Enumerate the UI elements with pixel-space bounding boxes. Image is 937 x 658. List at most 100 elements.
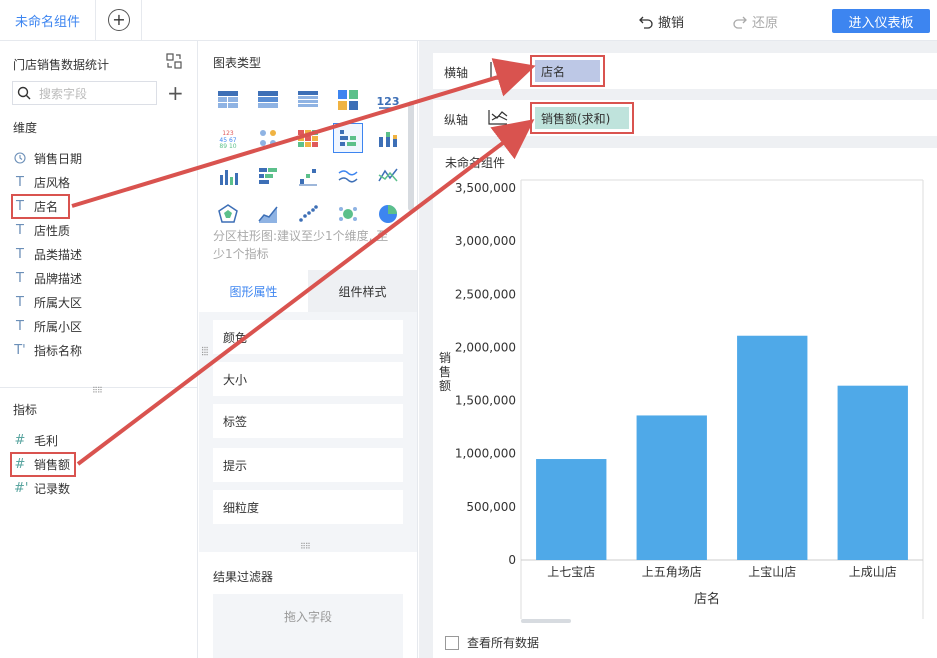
x-axis-sort-icon[interactable] xyxy=(487,59,517,83)
y-axis-label: 纵轴 xyxy=(444,113,469,127)
filter-dropzone-placeholder: 拖入字段 xyxy=(283,610,332,624)
top-bar: 未命名组件 + 撤销 还原 进入仪表板 xyxy=(0,0,937,41)
highlight-sales-amount-field xyxy=(10,452,76,477)
svg-text:123: 123 xyxy=(222,130,234,137)
bar[interactable] xyxy=(737,335,808,560)
chart-type-title: 图表类型 xyxy=(213,56,262,70)
scatter-chart-icon xyxy=(299,205,318,222)
bar[interactable] xyxy=(536,459,607,560)
chart-type-grouped-table[interactable] xyxy=(253,85,283,115)
chart-type-radar-line[interactable] xyxy=(373,161,403,191)
field-label: 所属小区 xyxy=(34,319,83,334)
field-label: 指标名称 xyxy=(34,343,83,358)
tab-graphic-attributes[interactable]: 图形属性 xyxy=(199,270,308,312)
field-item-subregion[interactable]: T 所属小区 xyxy=(14,314,82,338)
switch-dataset-icon[interactable] xyxy=(166,53,182,69)
chart-type-scatter-bar[interactable] xyxy=(293,161,323,191)
dimension-list: 销售日期 T 店风格 T 店名 T 店性质 T 品类描述 T 品牌描述 T 所属… xyxy=(14,146,82,362)
field-item-category-desc[interactable]: T 品类描述 xyxy=(14,242,82,266)
chart-type-bar[interactable] xyxy=(213,161,243,191)
chart-type-pie[interactable] xyxy=(373,199,403,229)
undo-icon xyxy=(639,16,653,29)
chart-type-line[interactable] xyxy=(333,161,363,191)
view-all-data-toggle[interactable]: 查看所有数据 xyxy=(445,634,539,651)
y-axis-field-pill[interactable]: 销售额(求和) xyxy=(530,102,634,134)
attr-granularity[interactable]: 细粒度 xyxy=(213,490,403,524)
text-icon: T xyxy=(16,270,24,286)
attr-label[interactable]: 标签 xyxy=(213,404,403,438)
bar-chart-icon xyxy=(220,170,238,185)
y-axis-title-text: 销售额 xyxy=(439,351,451,393)
bar-chart: 0 500,000 1,000,000 1,500,000 2,000,000 2,500… xyxy=(439,179,924,623)
chart-type-stacked-bar[interactable] xyxy=(373,123,403,153)
kpi-number-icon: 123 xyxy=(377,95,399,109)
field-item-store-type[interactable]: T 店性质 xyxy=(14,218,82,242)
x-axis-field-pill[interactable]: 店名 xyxy=(530,55,605,87)
y-axis-sort-icon[interactable] xyxy=(487,106,517,130)
field-item-store-style[interactable]: T 店风格 xyxy=(14,170,82,194)
dimension-section-label: 维度 xyxy=(13,121,38,135)
text-grid-icon: 12345 6789 10 xyxy=(219,130,236,149)
chart-type-dot-table[interactable] xyxy=(253,123,283,153)
result-filter-dropzone[interactable]: 拖入字段 xyxy=(213,594,403,658)
chart-type-scrollbar[interactable] xyxy=(408,101,414,211)
y-tick-labels: 0 500,000 1,000,000 1,500,000 2,000,000 2,500… xyxy=(455,181,516,567)
text-icon: T xyxy=(16,294,24,310)
tab-divider xyxy=(141,0,142,41)
tab-component-style[interactable]: 组件样式 xyxy=(308,270,417,312)
redo-button[interactable]: 还原 xyxy=(733,12,778,31)
chart-type-partitioned-bar[interactable] xyxy=(333,123,363,153)
field-label: 品牌描述 xyxy=(34,271,83,286)
field-item-region[interactable]: T 所属大区 xyxy=(14,290,82,314)
y-axis-shelf[interactable]: 纵轴 销售额(求和) xyxy=(433,100,937,136)
chart-type-radar[interactable] xyxy=(213,199,243,229)
stacked-bar-icon xyxy=(379,132,397,147)
field-item-metric-name[interactable]: T' 指标名称 xyxy=(14,338,82,362)
add-tab-button[interactable]: + xyxy=(108,9,130,31)
dataset-name: 门店销售数据统计 xyxy=(13,58,110,72)
y-tick-label: 500,000 xyxy=(466,500,516,514)
chart-type-bubble[interactable] xyxy=(333,199,363,229)
chart-type-table[interactable] xyxy=(213,85,243,115)
chart-type-kpi[interactable]: 123 xyxy=(373,85,403,115)
field-item-brand-desc[interactable]: T 品牌描述 xyxy=(14,266,82,290)
field-label: 销售日期 xyxy=(34,151,83,166)
resize-grip-icon[interactable]: ⠿⠿ xyxy=(300,542,311,551)
redo-icon xyxy=(733,16,747,29)
chart-type-heatmap[interactable] xyxy=(293,123,323,153)
field-label: 品类描述 xyxy=(34,247,83,262)
attr-tooltip[interactable]: 提示 xyxy=(213,448,403,482)
chart-horizontal-scrollbar[interactable] xyxy=(521,619,571,623)
search-field-input[interactable]: 搜索字段 xyxy=(12,81,157,105)
chart-type-area[interactable] xyxy=(253,199,283,229)
field-label: 店风格 xyxy=(34,175,71,190)
chart-type-grouped-bar[interactable] xyxy=(253,161,283,191)
enter-dashboard-button[interactable]: 进入仪表板 xyxy=(832,9,930,33)
vertical-resize-grip-icon[interactable]: ⠿⠿ xyxy=(199,346,208,356)
bar-series xyxy=(536,335,908,560)
chart-type-cross-table[interactable] xyxy=(293,85,323,115)
text-icon: T xyxy=(16,174,24,190)
add-field-button[interactable]: + xyxy=(167,83,184,103)
bar[interactable] xyxy=(837,385,908,560)
svg-text:89 10: 89 10 xyxy=(219,143,236,149)
line-chart-icon xyxy=(338,170,358,183)
field-item-gross-profit[interactable]: # 毛利 xyxy=(14,428,70,452)
cross-table-icon xyxy=(298,91,318,107)
chart-type-color-table[interactable] xyxy=(333,85,363,115)
chart-type-text-grid[interactable]: 123 45 67 89 10 xyxy=(213,123,243,153)
view-all-checkbox[interactable] xyxy=(445,635,459,650)
undo-button[interactable]: 撤销 xyxy=(639,12,684,31)
resize-grip-icon[interactable]: ⠿⠿ xyxy=(92,386,103,395)
result-filter-title: 结果过滤器 xyxy=(213,570,274,584)
pie-chart-icon xyxy=(379,205,397,223)
attr-color[interactable]: 颜色 xyxy=(213,320,403,354)
tab-unnamed-widget[interactable]: 未命名组件 xyxy=(0,0,96,41)
field-item-record-count[interactable]: #' 记录数 xyxy=(14,476,70,500)
field-item-sales-date[interactable]: 销售日期 xyxy=(14,146,82,170)
x-axis-shelf[interactable]: 横轴 店名 xyxy=(433,53,937,89)
attr-size[interactable]: 大小 xyxy=(213,362,403,396)
chart-type-scatter[interactable] xyxy=(293,199,323,229)
chart-type-hint: 分区柱形图:建议至少1个维度, 至少1个指标 xyxy=(213,229,389,261)
bar[interactable] xyxy=(636,415,707,560)
